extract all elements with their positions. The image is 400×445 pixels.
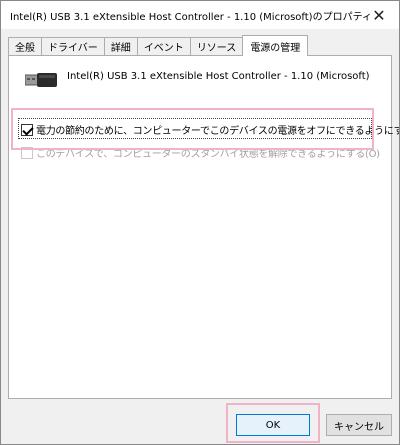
allow-wake-checkbox: [21, 146, 33, 159]
allow-wake-option: このデバイスで、コンピューターのスタンバイ状態を解除できるようにする(O): [21, 145, 380, 160]
tab-driver[interactable]: ドライバー: [41, 37, 105, 55]
close-icon[interactable]: ✕: [359, 1, 399, 29]
tab-strip: 全般 ドライバー 詳細 イベント リソース 電源の管理: [8, 35, 309, 56]
usb-connector-icon: [25, 73, 57, 87]
window-title: Intel(R) USB 3.1 eXtensible Host Control…: [10, 12, 372, 23]
cancel-button[interactable]: キャンセル: [326, 414, 392, 436]
tab-general[interactable]: 全般: [8, 37, 42, 55]
power-management-panel: Intel(R) USB 3.1 eXtensible Host Control…: [8, 55, 399, 399]
allow-power-off-checkbox[interactable]: [21, 123, 33, 136]
tab-resources[interactable]: リソース: [189, 37, 244, 55]
tab-power-management[interactable]: 電源の管理: [242, 35, 309, 56]
properties-dialog: Intel(R) USB 3.1 eXtensible Host Control…: [0, 0, 400, 445]
title-bar[interactable]: Intel(R) USB 3.1 eXtensible Host Control…: [1, 1, 399, 29]
allow-power-off-option[interactable]: 電力の節約のために、コンピューターでこのデバイスの電源をオフにできるようにする(…: [21, 122, 399, 137]
allow-power-off-label[interactable]: 電力の節約のために、コンピューターでこのデバイスの電源をオフにできるようにする(…: [36, 122, 399, 137]
device-name: Intel(R) USB 3.1 eXtensible Host Control…: [67, 71, 370, 82]
ok-button[interactable]: OK: [236, 414, 310, 436]
tab-details[interactable]: 詳細: [103, 37, 138, 55]
tab-events[interactable]: イベント: [136, 37, 191, 55]
allow-wake-label: このデバイスで、コンピューターのスタンバイ状態を解除できるようにする(O): [36, 149, 380, 160]
